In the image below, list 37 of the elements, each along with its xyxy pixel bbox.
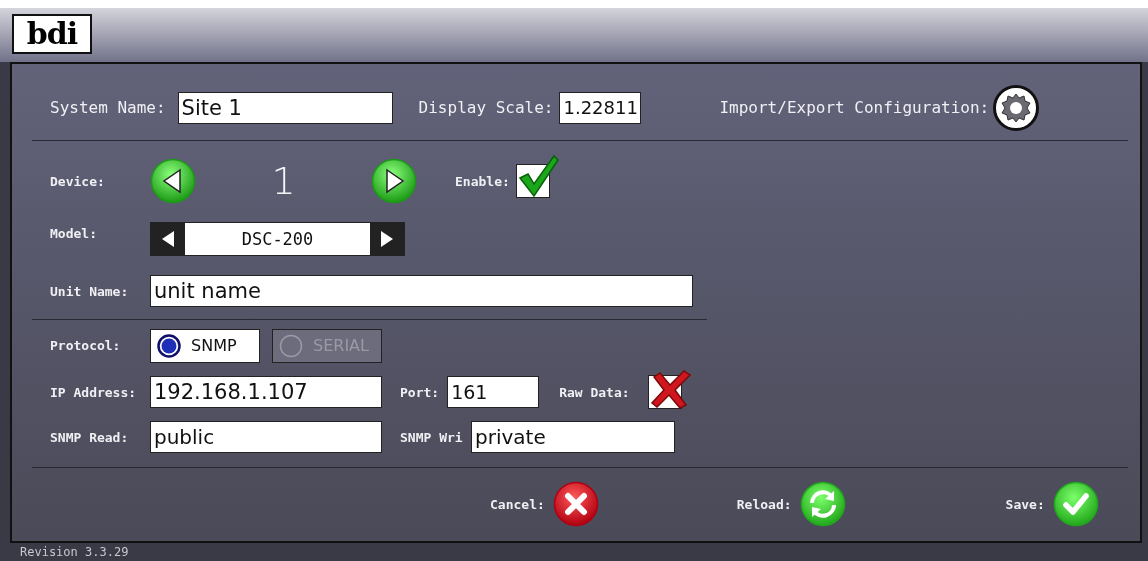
radio-option[interactable]: SNMP bbox=[150, 328, 260, 363]
close-icon[interactable] bbox=[552, 481, 599, 528]
input-field[interactable]: private bbox=[471, 421, 675, 454]
field-label: Device: bbox=[50, 173, 106, 189]
input-field[interactable]: public bbox=[150, 421, 382, 454]
radio-icon bbox=[157, 333, 181, 358]
settings-icon[interactable] bbox=[993, 84, 1040, 131]
action-label: Save: bbox=[1005, 496, 1045, 512]
radio-icon bbox=[279, 333, 303, 358]
check-icon[interactable] bbox=[1052, 481, 1099, 528]
input-field[interactable]: 1.22811 bbox=[559, 91, 642, 124]
field-label: Unit Name: bbox=[50, 283, 130, 299]
input-field[interactable]: 192.168.1.107 bbox=[150, 376, 382, 409]
action-label: Reload: bbox=[736, 496, 792, 512]
logo: bdi bbox=[12, 14, 92, 54]
field-label: IP Address: bbox=[50, 384, 138, 400]
checkbox[interactable] bbox=[515, 152, 560, 199]
field-label: SNMP Wri bbox=[400, 429, 464, 445]
field-label: Display Scale: bbox=[418, 98, 554, 118]
field-label: Port: bbox=[400, 384, 440, 400]
right-arrow-icon[interactable] bbox=[380, 229, 394, 248]
input-field[interactable]: 161 bbox=[447, 376, 540, 409]
field-label: SNMP Read: bbox=[50, 429, 130, 445]
refresh-icon[interactable] bbox=[799, 481, 846, 528]
device-number: 1 bbox=[270, 159, 297, 204]
revision-text: Revision 3.3.29 bbox=[20, 545, 129, 559]
field-label: Model: bbox=[50, 225, 98, 241]
input-field[interactable]: Site 1 bbox=[177, 91, 393, 124]
field-label: Enable: bbox=[455, 173, 510, 189]
input-field[interactable]: unit name bbox=[150, 275, 693, 308]
field-label: Protocol: bbox=[50, 338, 122, 354]
field-label: Raw Data: bbox=[559, 384, 630, 400]
left-arrow-icon[interactable] bbox=[161, 229, 175, 248]
field-label: Import/Export Configuration: bbox=[719, 98, 990, 118]
field-label: System Name: bbox=[50, 98, 166, 118]
model-selector[interactable]: DSC-200 bbox=[150, 221, 405, 256]
action-label: Cancel: bbox=[490, 496, 545, 512]
